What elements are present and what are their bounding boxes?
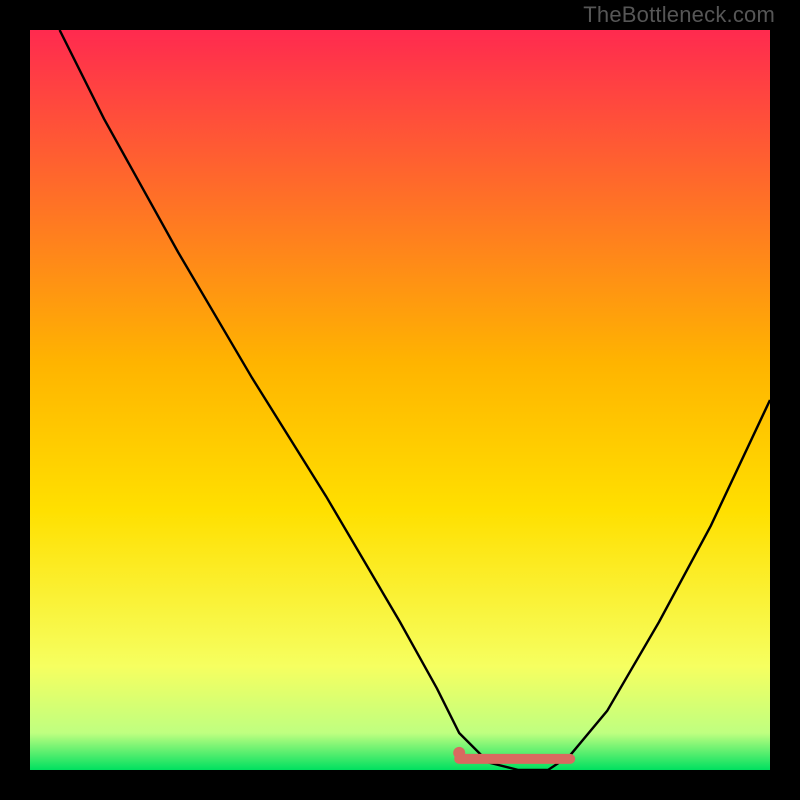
gradient-background bbox=[30, 30, 770, 770]
plot-area bbox=[30, 30, 770, 770]
chart-frame: TheBottleneck.com bbox=[0, 0, 800, 800]
chart-svg bbox=[30, 30, 770, 770]
watermark-text: TheBottleneck.com bbox=[583, 2, 775, 28]
